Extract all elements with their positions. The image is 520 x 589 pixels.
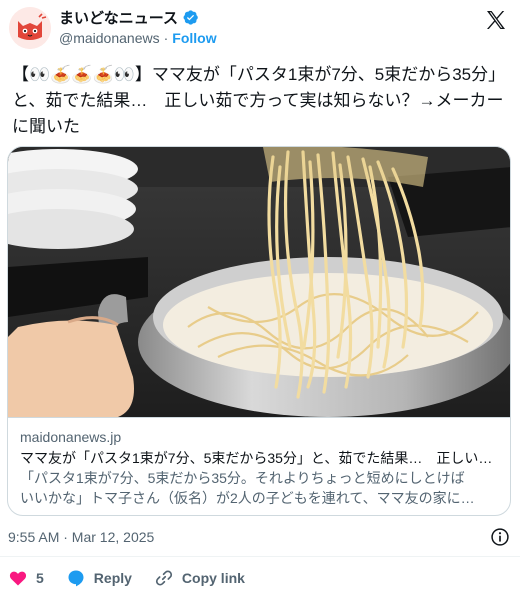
- tweet-text: 【👀🍝🍝🍝👀】ママ友が「パスタ1束が7分、5束だから35分」と、茹でた結果… 正…: [12, 62, 512, 140]
- card-meta[interactable]: maidonanews.jp ママ友が「パスタ1束が7分、5束だから35分」と、…: [8, 417, 510, 515]
- emoji-eyes-right: 👀: [113, 65, 135, 84]
- card-title: ママ友が「パスタ1束が7分、5束だから35分」と、茹でた結果… 正しい茹で方って…: [20, 450, 500, 466]
- card-image-pasta[interactable]: [8, 147, 511, 417]
- handle-row: @maidonanews · Follow: [59, 30, 217, 46]
- x-logo-icon[interactable]: [484, 8, 508, 32]
- avatar[interactable]: [9, 7, 51, 49]
- tweet-header: まいどなニュース @maidonanews · Follow: [0, 0, 520, 56]
- author-handle[interactable]: @maidonanews: [59, 30, 160, 46]
- heart-icon: [9, 571, 27, 586]
- handle-separator: ·: [163, 30, 169, 46]
- avatar-cat-logo: [9, 7, 51, 49]
- emoji-spaghetti-2: 🍝: [71, 65, 93, 84]
- reply-button[interactable]: Reply: [66, 568, 132, 588]
- follow-button[interactable]: Follow: [172, 30, 216, 46]
- card-description-line-2: いいかな」トマ子さん（仮名）が2人の子どもを連れて、ママ友の家に…: [20, 490, 475, 506]
- reply-icon: [68, 570, 84, 587]
- tweet-timestamp[interactable]: 9:55 AM · Mar 12, 2025: [8, 529, 154, 545]
- card-description-line-1: 「パスタ1束が7分、5束だから35分。それよりちょっと短めにしとけば: [20, 470, 465, 486]
- emoji-eyes-left: 👀: [29, 65, 51, 84]
- open-bracket: 【: [12, 65, 29, 84]
- author-name[interactable]: まいどなニュース: [59, 7, 178, 28]
- emoji-spaghetti-1: 🍝: [50, 65, 72, 84]
- like-count: 5: [36, 570, 44, 586]
- link-icon: [155, 570, 173, 586]
- close-bracket: 】: [134, 65, 152, 84]
- verified-badge-icon: [183, 10, 198, 25]
- copy-link-button[interactable]: Copy link: [154, 568, 245, 588]
- link-card[interactable]: maidonanews.jp ママ友が「パスタ1束が7分、5束だから35分」と、…: [7, 146, 511, 516]
- author-name-row: まいどなニュース: [59, 7, 199, 28]
- divider: [0, 556, 520, 557]
- reply-label: Reply: [93, 570, 132, 586]
- emoji-spaghetti-3: 🍝: [92, 65, 114, 84]
- action-bar: 5 Reply Copy link: [8, 568, 267, 588]
- info-icon[interactable]: [490, 527, 510, 547]
- copy-link-label: Copy link: [181, 570, 245, 586]
- like-button[interactable]: 5: [8, 568, 44, 588]
- card-description: 「パスタ1束が7分、5束だから35分。それよりちょっと短めにしとけば いいかな」…: [20, 468, 500, 508]
- card-domain: maidonanews.jp: [20, 429, 122, 445]
